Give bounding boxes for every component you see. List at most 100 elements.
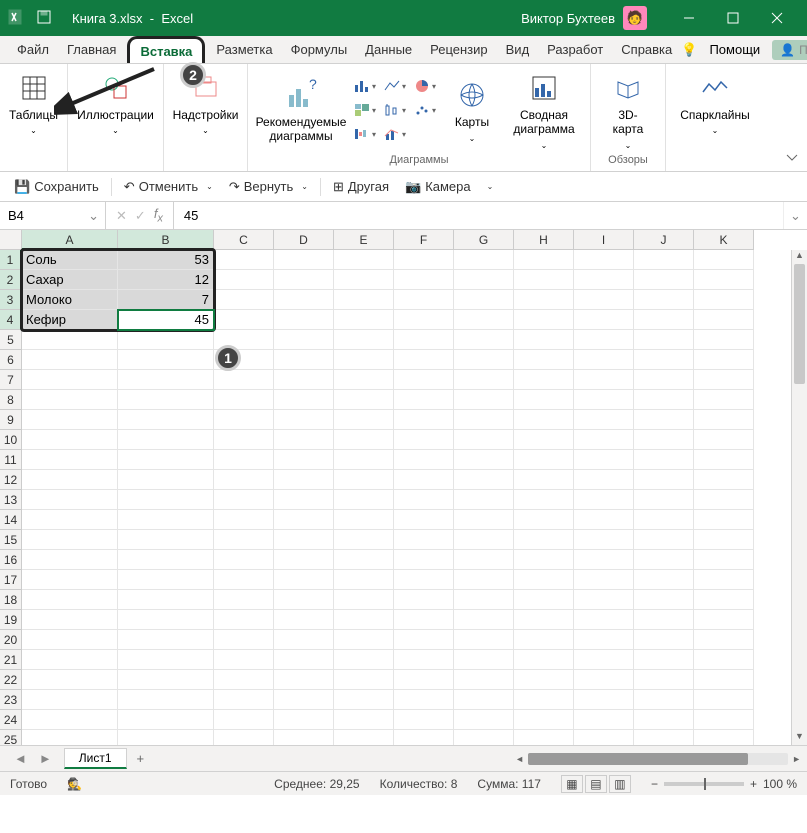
- scatter-chart-button[interactable]: [412, 100, 438, 120]
- cell[interactable]: [214, 450, 274, 470]
- cell[interactable]: [22, 510, 118, 530]
- col-header-h[interactable]: H: [514, 230, 574, 250]
- zoom-in-button[interactable]: +: [750, 777, 757, 791]
- cell[interactable]: [634, 410, 694, 430]
- cell[interactable]: [214, 570, 274, 590]
- cell[interactable]: [22, 730, 118, 745]
- cell[interactable]: [454, 730, 514, 745]
- col-header-e[interactable]: E: [334, 230, 394, 250]
- cell[interactable]: [574, 410, 634, 430]
- close-button[interactable]: [755, 0, 799, 36]
- cell[interactable]: [514, 470, 574, 490]
- cell[interactable]: [514, 410, 574, 430]
- cell[interactable]: [574, 590, 634, 610]
- row-header[interactable]: 20: [0, 630, 22, 650]
- cell[interactable]: [634, 530, 694, 550]
- cell[interactable]: [454, 710, 514, 730]
- cell[interactable]: Сахар: [22, 270, 118, 290]
- cell[interactable]: [22, 350, 118, 370]
- cell[interactable]: [574, 710, 634, 730]
- cell[interactable]: [694, 670, 754, 690]
- cell[interactable]: [694, 730, 754, 745]
- cell[interactable]: [574, 470, 634, 490]
- row-header[interactable]: 9: [0, 410, 22, 430]
- cell[interactable]: [394, 510, 454, 530]
- cell[interactable]: [634, 610, 694, 630]
- formula-input[interactable]: 45: [174, 202, 783, 229]
- cell[interactable]: [514, 710, 574, 730]
- cell[interactable]: [334, 430, 394, 450]
- page-break-view-button[interactable]: ▥: [609, 775, 631, 793]
- cell[interactable]: [454, 430, 514, 450]
- row-header[interactable]: 12: [0, 470, 22, 490]
- cell[interactable]: [22, 630, 118, 650]
- cell[interactable]: [334, 730, 394, 745]
- sheet-nav-prev[interactable]: ◄: [8, 751, 33, 766]
- cell[interactable]: 53: [118, 250, 214, 270]
- save-button[interactable]: 💾Сохранить: [10, 177, 103, 197]
- addins-button[interactable]: Надстройки⌄: [167, 68, 245, 140]
- cell[interactable]: [118, 370, 214, 390]
- cell[interactable]: [694, 510, 754, 530]
- cell[interactable]: [334, 690, 394, 710]
- cell[interactable]: [514, 390, 574, 410]
- accessibility-icon[interactable]: 🕵️: [67, 777, 82, 791]
- tell-me[interactable]: Помощи: [709, 42, 760, 57]
- cell[interactable]: [274, 450, 334, 470]
- cell[interactable]: [334, 270, 394, 290]
- col-header-i[interactable]: I: [574, 230, 634, 250]
- tables-button[interactable]: Таблицы⌄: [3, 68, 64, 140]
- cell[interactable]: [214, 710, 274, 730]
- row-header[interactable]: 19: [0, 610, 22, 630]
- cell[interactable]: [394, 430, 454, 450]
- cell[interactable]: [274, 390, 334, 410]
- horizontal-scrollbar[interactable]: ◄ ►: [478, 753, 807, 765]
- row-header[interactable]: 25: [0, 730, 22, 745]
- cell[interactable]: [118, 510, 214, 530]
- cell[interactable]: [118, 430, 214, 450]
- sheet-tab[interactable]: Лист1: [64, 748, 127, 769]
- recommended-charts-button[interactable]: ? Рекомендуемые диаграммы: [256, 75, 346, 148]
- cell[interactable]: [394, 370, 454, 390]
- cell[interactable]: [514, 510, 574, 530]
- cell[interactable]: [574, 650, 634, 670]
- cell[interactable]: [274, 330, 334, 350]
- cell[interactable]: [118, 650, 214, 670]
- cell[interactable]: [334, 710, 394, 730]
- cell[interactable]: [22, 470, 118, 490]
- cell[interactable]: [22, 550, 118, 570]
- cell[interactable]: [574, 630, 634, 650]
- cell[interactable]: [334, 470, 394, 490]
- cell[interactable]: [274, 270, 334, 290]
- more-button[interactable]: ⌄: [483, 180, 498, 193]
- cell[interactable]: [514, 430, 574, 450]
- zoom-level[interactable]: 100 %: [763, 777, 797, 791]
- cell[interactable]: [274, 290, 334, 310]
- cell[interactable]: [274, 530, 334, 550]
- cell[interactable]: [274, 370, 334, 390]
- cell[interactable]: [694, 370, 754, 390]
- cell[interactable]: [574, 510, 634, 530]
- cell[interactable]: [634, 350, 694, 370]
- cell[interactable]: [394, 470, 454, 490]
- cell[interactable]: [574, 450, 634, 470]
- lightbulb-icon[interactable]: 💡: [681, 42, 697, 58]
- cell[interactable]: [694, 490, 754, 510]
- cell[interactable]: [694, 450, 754, 470]
- cell[interactable]: [514, 530, 574, 550]
- cell[interactable]: [214, 630, 274, 650]
- cell[interactable]: [118, 470, 214, 490]
- cell[interactable]: [694, 530, 754, 550]
- maps-button[interactable]: Карты⌄: [444, 75, 500, 147]
- tab-home[interactable]: Главная: [58, 36, 125, 63]
- cell[interactable]: [454, 610, 514, 630]
- cell[interactable]: [574, 390, 634, 410]
- cell[interactable]: [454, 270, 514, 290]
- user-account[interactable]: Виктор Бухтеев 🧑: [521, 6, 647, 30]
- cell[interactable]: [214, 530, 274, 550]
- cell[interactable]: [694, 350, 754, 370]
- cell[interactable]: [514, 630, 574, 650]
- cancel-formula-icon[interactable]: ✕: [116, 208, 127, 224]
- cell[interactable]: [514, 250, 574, 270]
- cell[interactable]: [214, 590, 274, 610]
